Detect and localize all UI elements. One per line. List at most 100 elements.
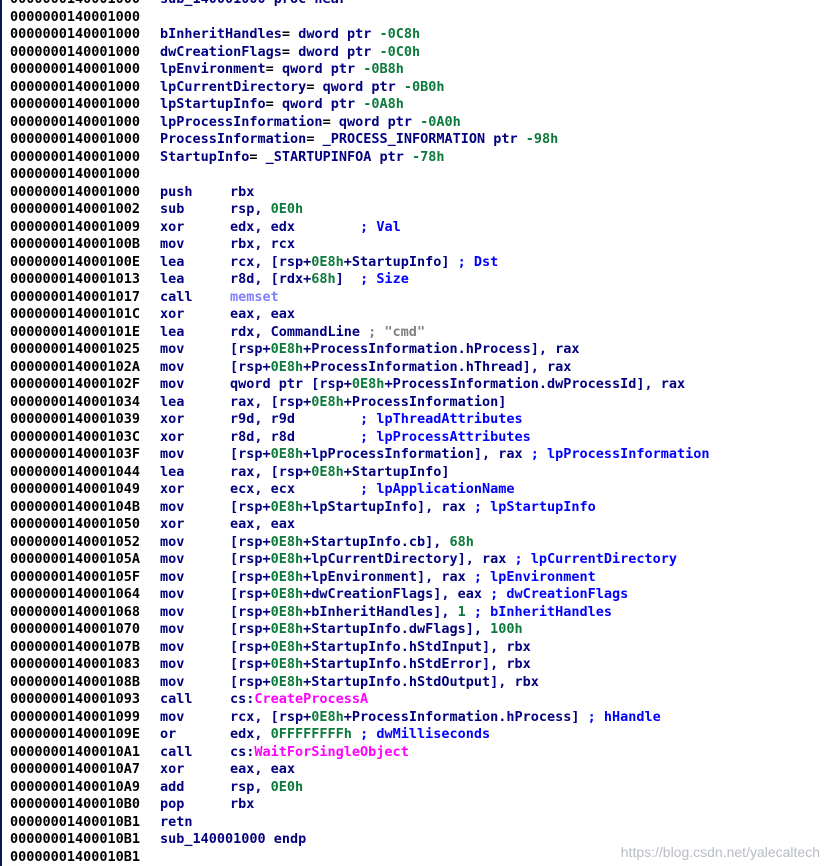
declaration: dwCreationFlags= dword ptr -0C0h: [160, 43, 421, 60]
listing-line[interactable]: 0000000140001000 StartupInfo= _STARTUPINF…: [2, 149, 830, 167]
mnemonic: call: [160, 743, 193, 760]
address: 0000000140001000: [10, 96, 141, 112]
listing-line[interactable]: 00000001400010A9 add rsp, 0E0h: [2, 779, 830, 797]
listing-line[interactable]: 0000000140001050 xor eax, eax: [2, 516, 830, 534]
listing-line[interactable]: 0000000140001000 push rbx: [2, 184, 830, 202]
listing-line[interactable]: 0000000140001000: [2, 9, 830, 27]
listing-line[interactable]: 000000014000101E lea rdx, CommandLine ; "c…: [2, 324, 830, 342]
listing-line[interactable]: 000000014000101C xor eax, eax: [2, 306, 830, 324]
listing-line[interactable]: 0000000140001052 mov [rsp+0E8h+StartupInfo…: [2, 534, 830, 552]
mnemonic: mov: [160, 586, 185, 602]
listing-line[interactable]: 0000000140001017 call memset: [2, 289, 830, 307]
listing-line[interactable]: 0000000140001009 xor edx, edx ; Val: [2, 219, 830, 237]
listing-line[interactable]: 0000000140001000 ProcessInformation= _PRO…: [2, 131, 830, 149]
mnemonic: lea: [160, 271, 185, 287]
address: 000000014000103C: [10, 428, 141, 445]
address: 000000014000104B: [10, 498, 141, 515]
listing-line[interactable]: 0000000140001049 xor ecx, ecx ; lpApplicat…: [2, 481, 830, 499]
operands: [rsp+0E8h+ProcessInformation.hProcess], …: [230, 341, 580, 357]
listing-line[interactable]: 000000014000102F mov qword ptr [rsp+0E8h+P…: [2, 376, 830, 394]
listing-line[interactable]: 000000014000103C xor r8d, r8d ; lpProcessA…: [2, 429, 830, 447]
listing-line[interactable]: 0000000140001000 bInheritHandles= dword p…: [2, 26, 830, 44]
listing-line[interactable]: 0000000140001044 lea rax, [rsp+0E8h+Startu…: [2, 464, 830, 482]
operands: [rsp+0E8h+StartupInfo.cb], 68h: [230, 533, 474, 550]
address: 0000000140001049: [10, 481, 141, 497]
listing-line[interactable]: 0000000140001000 lpStartupInfo= qword ptr…: [2, 96, 830, 114]
listing-line[interactable]: 0000000140001000 lpProcessInformation= qw…: [2, 114, 830, 132]
mnemonic: xor: [160, 218, 185, 235]
listing-line[interactable]: 0000000140001083 mov [rsp+0E8h+StartupInfo…: [2, 656, 830, 674]
listing-line[interactable]: 0000000140001034 lea rax, [rsp+0E8h+Proces…: [2, 394, 830, 412]
operands: rax, [rsp+0E8h+StartupInfo]: [230, 463, 450, 480]
mnemonic: mov: [160, 376, 185, 392]
listing-line[interactable]: 000000014000103F mov [rsp+0E8h+lpProcessIn…: [2, 446, 830, 464]
address: 0000000140001009: [10, 218, 141, 235]
listing-line[interactable]: 000000014000108B mov [rsp+0E8h+StartupInfo…: [2, 674, 830, 692]
address: 0000000140001000: [10, 78, 141, 95]
address: 00000001400010B1: [10, 813, 141, 830]
operands: r8d, [rdx+68h] ; Size: [230, 271, 409, 287]
mnemonic: mov: [160, 621, 185, 637]
listing-line[interactable]: 0000000140001068 mov [rsp+0E8h+bInheritHan…: [2, 604, 830, 622]
operands: rcx, [rsp+0E8h+ProcessInformation.hProce…: [230, 708, 661, 725]
operands: [rsp+0E8h+bInheritHandles], 1 ; bInherit…: [230, 603, 613, 620]
address: 0000000140001000: [10, 148, 141, 165]
operands: cs:CreateProcessA: [230, 691, 369, 707]
mnemonic: xor: [160, 481, 185, 497]
mnemonic: mov: [160, 358, 185, 375]
address: 000000014000101C: [10, 306, 141, 322]
listing-line[interactable]: 00000001400010B0 pop rbx: [2, 796, 830, 814]
listing-line[interactable]: 0000000140001000 lpEnvironment= qword ptr…: [2, 61, 830, 79]
address: 000000014000108B: [10, 673, 141, 690]
listing-line[interactable]: 0000000140001070 mov [rsp+0E8h+StartupInfo…: [2, 621, 830, 639]
listing-line[interactable]: 0000000140001000 dwCreationFlags= dword p…: [2, 44, 830, 62]
listing-line[interactable]: 0000000140001000: [2, 166, 830, 184]
watermark: https://blog.csdn.net/yalecaltech: [620, 844, 820, 860]
listing-line[interactable]: 0000000140001099 mov rcx, [rsp+0E8h+Proces…: [2, 709, 830, 727]
address: 0000000140001025: [10, 341, 141, 357]
address: 0000000140001000: [10, 61, 141, 77]
address: 000000014000105F: [10, 568, 141, 585]
operands: [rsp+0E8h+lpEnvironment], rax ; lpEnviro…: [230, 568, 596, 585]
declaration: lpCurrentDirectory= qword ptr -0B0h: [160, 78, 445, 95]
mnemonic: xor: [160, 306, 185, 322]
listing-line[interactable]: 000000014000100E lea rcx, [rsp+0E8h+Startu…: [2, 254, 830, 272]
mnemonic: mov: [160, 568, 185, 585]
listing-line[interactable]: 0000000140001025 mov [rsp+0E8h+ProcessInfo…: [2, 341, 830, 359]
mnemonic: mov: [160, 341, 185, 357]
operands: rbx: [230, 183, 255, 200]
address: 00000001400010B1: [10, 831, 141, 847]
mnemonic: or: [160, 726, 177, 742]
listing-line[interactable]: 000000014000100B mov rbx, rcx: [2, 236, 830, 254]
operands: r8d, r8d ; lpProcessAttributes: [230, 428, 531, 445]
listing-line[interactable]: 000000014000104B mov [rsp+0E8h+lpStartupIn…: [2, 499, 830, 517]
mnemonic: xor: [160, 516, 185, 532]
operands: [rsp+0E8h+StartupInfo.dwFlags], 100h: [230, 621, 523, 637]
mnemonic: mov: [160, 498, 185, 515]
listing-line[interactable]: 00000001400010B1 retn: [2, 814, 830, 832]
listing-line[interactable]: 000000014000105A mov [rsp+0E8h+lpCurrentDi…: [2, 551, 830, 569]
listing-line[interactable]: 00000001400010A1 call cs:WaitForSingleObje…: [2, 744, 830, 762]
listing-line[interactable]: 0000000140001064 mov [rsp+0E8h+dwCreationF…: [2, 586, 830, 604]
declaration: StartupInfo= _STARTUPINFOA ptr -78h: [160, 148, 445, 165]
address: 0000000140001000: [10, 183, 141, 200]
listing-line[interactable]: 000000014000107B mov [rsp+0E8h+StartupInfo…: [2, 639, 830, 657]
listing-line[interactable]: 0000000140001000 sub_140001000 proc near: [2, 0, 830, 9]
listing-line[interactable]: 0000000140001039 xor r9d, r9d ; lpThreadAt…: [2, 411, 830, 429]
operands: [rsp+0E8h+lpProcessInformation], rax ; l…: [230, 446, 710, 462]
listing-line[interactable]: 0000000140001093 call cs:CreateProcessA: [2, 691, 830, 709]
listing-line[interactable]: 000000014000105F mov [rsp+0E8h+lpEnvironme…: [2, 569, 830, 587]
disassembly-listing[interactable]: 0000000140001000sub_140001000 proc near0…: [0, 0, 830, 866]
mnemonic: xor: [160, 761, 185, 777]
address: 0000000140001050: [10, 516, 141, 532]
declaration: sub_140001000 endp: [160, 831, 307, 847]
listing-line[interactable]: 0000000140001013 lea r8d, [rdx+68h] ; Size: [2, 271, 830, 289]
listing-line[interactable]: 000000014000109E or edx, 0FFFFFFFFh ; dwMi…: [2, 726, 830, 744]
listing-line[interactable]: 0000000140001000 lpCurrentDirectory= qwor…: [2, 79, 830, 97]
listing-line[interactable]: 000000014000102A mov [rsp+0E8h+ProcessInfo…: [2, 359, 830, 377]
operands: rax, [rsp+0E8h+ProcessInformation]: [230, 393, 507, 410]
listing-line[interactable]: 0000000140001002 sub rsp, 0E0h: [2, 201, 830, 219]
listing-line[interactable]: 00000001400010A7 xor eax, eax: [2, 761, 830, 779]
operands: eax, eax: [230, 761, 296, 777]
operands: [rsp+0E8h+lpCurrentDirectory], rax ; lpC…: [230, 551, 678, 567]
